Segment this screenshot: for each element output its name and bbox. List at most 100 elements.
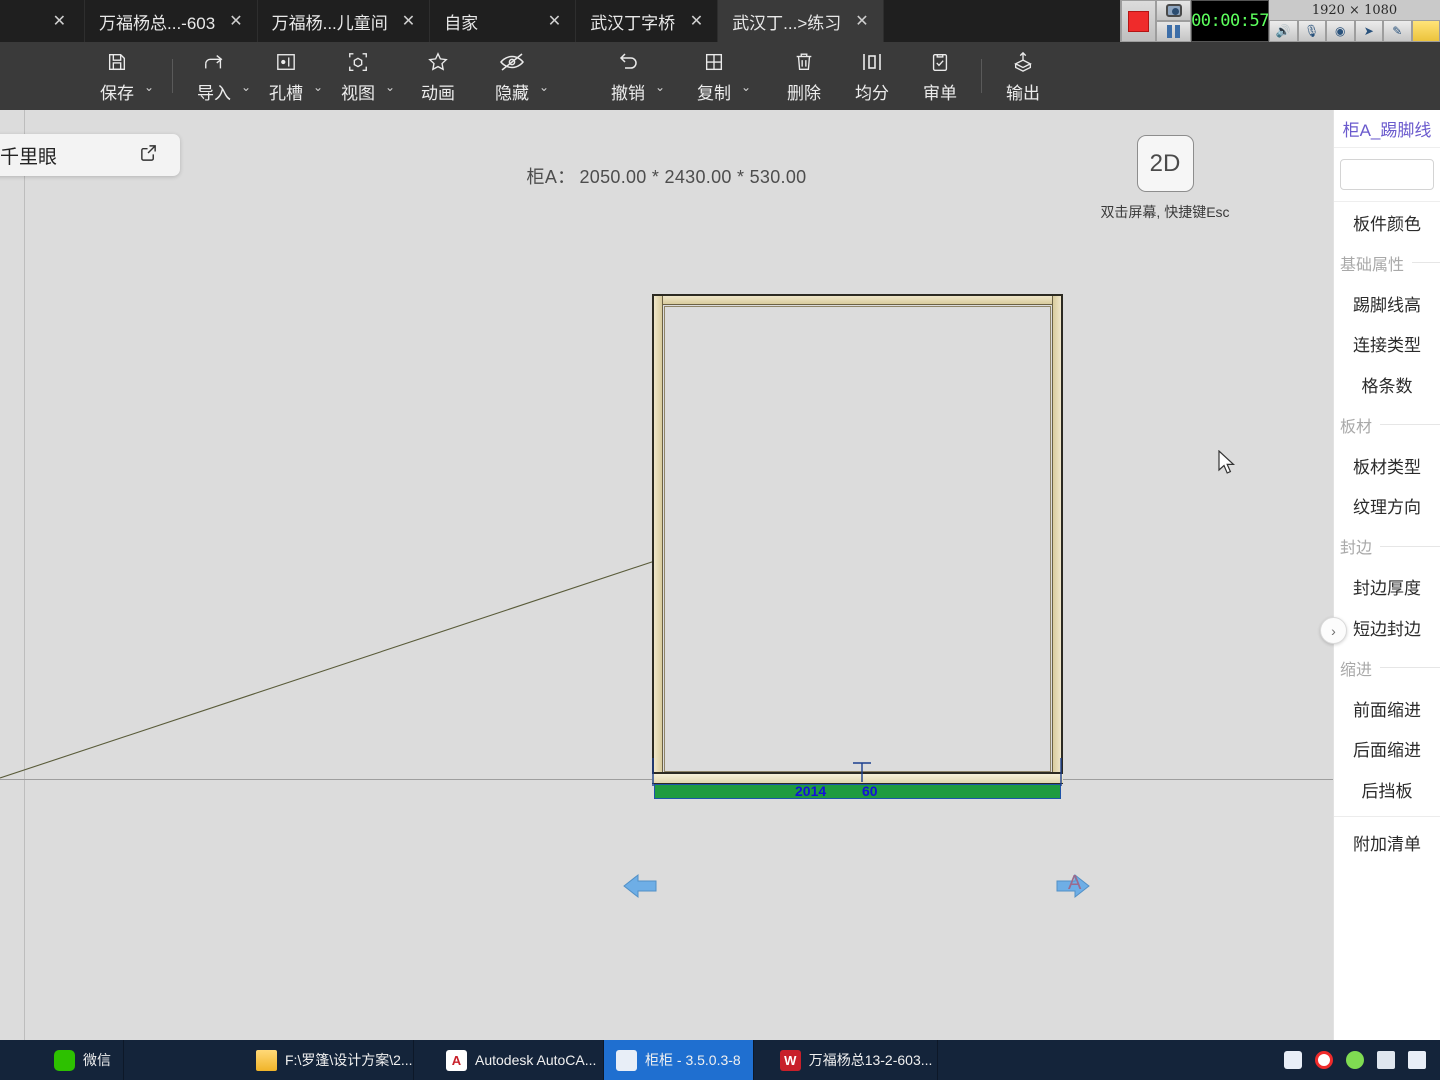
tab-item[interactable]: ✕ (0, 0, 85, 42)
toolbar-view-button[interactable]: 视图 ⌄ (329, 42, 395, 110)
panel-property-row[interactable]: 后面缩进 (1334, 729, 1440, 770)
taskbar-item-label: F:\罗篷\设计方案\2... (285, 1052, 413, 1068)
panel-collapse-button[interactable]: › (1320, 617, 1347, 644)
panel-group-label: 封边 (1340, 540, 1373, 558)
panel-property-row[interactable]: 封边厚度 (1334, 567, 1440, 608)
panel-property-row[interactable]: 纹理方向 (1334, 486, 1440, 527)
microphone-icon[interactable]: 🎙 (1297, 20, 1326, 42)
toolbar-hide-button[interactable]: 隐藏 ⌄ (483, 42, 549, 110)
panel-property-row[interactable]: 后挡板 (1334, 769, 1440, 810)
system-tray (1270, 1040, 1440, 1080)
taskbar-item[interactable]: F:\罗篷\设计方案\2... (244, 1040, 414, 1080)
tab-close-icon[interactable]: ✕ (548, 11, 561, 31)
copy-icon (703, 48, 725, 75)
taskbar-item[interactable]: 微信 (42, 1040, 124, 1080)
tab-item-1[interactable]: 万福杨总...-603 ✕ (85, 0, 258, 42)
pencil-annotate-icon[interactable]: ✎ (1383, 20, 1412, 42)
taskbar-item-label: Autodesk AutoCA... (475, 1052, 597, 1068)
panel-property-row[interactable]: 连接类型 (1334, 324, 1440, 365)
panel-property-row[interactable]: 格条数 (1334, 364, 1440, 405)
cabinet-right-panel (1052, 296, 1061, 772)
tab-close-icon[interactable]: ✕ (229, 11, 242, 31)
panel-group-header: 基础属性 (1334, 243, 1440, 284)
toolbar-animation-label: 动画 (421, 84, 455, 103)
toolbar-divider (172, 59, 173, 93)
volume-icon[interactable] (1346, 1051, 1364, 1069)
chevron-down-icon[interactable]: ⌄ (539, 80, 549, 94)
toolbar-save-button[interactable]: 保存 ⌄ (88, 42, 154, 110)
windows-taskbar: 微信 F:\罗篷\设计方案\2... A Autodesk AutoCA... 柜柜 -… (0, 1040, 1440, 1080)
tab-item-4[interactable]: 武汉丁字桥 ✕ (576, 0, 719, 42)
panel-property-row[interactable]: 踢脚线高 (1334, 283, 1440, 324)
toolbar-undo-button[interactable]: 撤销 ⌄ (599, 42, 665, 110)
panel-search-input[interactable] (1340, 159, 1434, 190)
recorder-tray-icon[interactable] (1315, 1051, 1333, 1069)
camera-icon (1165, 4, 1182, 17)
panel-property-row[interactable]: 板材类型 (1334, 445, 1440, 486)
taskbar-item[interactable]: 柜柜 - 3.5.0.3-8 (604, 1040, 754, 1080)
tab-close-icon[interactable]: ✕ (53, 11, 66, 31)
toolbar-import-button[interactable]: 导入 ⌄ (185, 42, 251, 110)
stop-recording-button[interactable] (1121, 0, 1156, 42)
cursor-pointer-icon[interactable]: ➤ (1354, 20, 1383, 42)
autocad-icon: A (446, 1049, 467, 1071)
chevron-down-icon[interactable]: ⌄ (741, 80, 751, 94)
usb-icon[interactable] (1408, 1051, 1426, 1069)
cabinet-drawing[interactable] (652, 294, 1063, 799)
app-root: ✕ 万福杨总...-603 ✕ 万福杨...儿童间 ✕ 自家 ✕ 武汉丁字桥 ✕… (0, 0, 1440, 1080)
resize-handle-left[interactable] (622, 868, 658, 904)
highlight-icon[interactable] (1411, 20, 1440, 42)
toolbar-copy-label: 复制 (697, 84, 731, 103)
chevron-down-icon[interactable]: ⌄ (241, 80, 251, 94)
taskbar-item[interactable]: W 万福杨总13-2-603... (768, 1040, 938, 1080)
tab-label: 自家 (444, 13, 479, 33)
chevron-down-icon[interactable]: ⌄ (313, 80, 323, 94)
webcam-icon[interactable]: ◉ (1326, 20, 1355, 42)
camera-button[interactable] (1156, 0, 1191, 21)
toolbar-delete-button[interactable]: 删除 (775, 42, 833, 110)
tab-close-icon[interactable]: ✕ (402, 11, 415, 31)
cabinet-bottom-panel (652, 773, 1063, 784)
taskbar-start-area[interactable] (0, 1040, 24, 1080)
toolbar-review-order-button[interactable]: 审单 (911, 42, 969, 110)
chevron-down-icon[interactable]: ⌄ (144, 80, 154, 94)
panel-group-rule (1380, 424, 1440, 426)
tab-item-5-active[interactable]: 武汉丁...>练习 ✕ (718, 0, 884, 42)
guigui-tray-icon[interactable] (1284, 1051, 1302, 1069)
properties-panel: 柜A_踢脚线 板件颜色 基础属性 踢脚线高 连接类型 格条数 板材 板材类型 纹理方向 封边 封边… (1333, 110, 1440, 1040)
chevron-down-icon[interactable]: ⌄ (655, 80, 665, 94)
panel-group-label: 基础属性 (1340, 256, 1405, 274)
design-canvas[interactable]: 千里眼 柜A： 2050.00 * 2430.00 * 530.00 2D 双击屏… (0, 110, 1333, 1040)
panel-property-row[interactable]: 短边封边 (1334, 607, 1440, 648)
selected-baseboard[interactable] (654, 784, 1061, 799)
pause-recording-button[interactable] (1156, 21, 1191, 42)
panel-property-row[interactable]: 板件颜色 (1334, 202, 1440, 243)
chevron-down-icon[interactable]: ⌄ (385, 80, 395, 94)
toolbar-delete-label: 删除 (787, 84, 821, 103)
tab-close-icon[interactable]: ✕ (690, 11, 703, 31)
toolbar-animation-button[interactable]: 动画 (409, 42, 467, 110)
view-cube-2d-button[interactable]: 2D (1136, 135, 1194, 192)
panel-search-row (1334, 148, 1440, 202)
taskbar-item[interactable]: A Autodesk AutoCA... (434, 1040, 604, 1080)
tab-label: 武汉丁字桥 (590, 13, 676, 33)
taskbar-item-label: 万福杨总13-2-603... (808, 1052, 933, 1068)
guigui-icon (616, 1049, 637, 1071)
toolbar-distribute-button[interactable]: 均分 (843, 42, 901, 110)
toolbar-copy-button[interactable]: 复制 ⌄ (685, 42, 751, 110)
tab-item-3[interactable]: 自家 ✕ (430, 0, 577, 42)
speaker-icon[interactable]: 🔊 (1269, 20, 1298, 42)
dimension-width-label[interactable]: 2014 (795, 783, 826, 799)
tab-item-2[interactable]: 万福杨...儿童间 ✕ (258, 0, 431, 42)
toolbar-export-button[interactable]: 输出 (994, 42, 1052, 110)
network-icon[interactable] (1377, 1051, 1395, 1069)
panel-property-row[interactable]: 附加清单 (1334, 823, 1440, 864)
tab-close-icon[interactable]: ✕ (855, 11, 868, 31)
dimension-depth-label[interactable]: 60 (862, 783, 878, 799)
panel-property-row[interactable]: 前面缩进 (1334, 688, 1440, 729)
stop-square-icon (1129, 11, 1148, 31)
cabinet-left-panel (654, 296, 663, 772)
toolbar-hole-slot-button[interactable]: 孔槽 ⌄ (257, 42, 323, 110)
panel-group-rule (1380, 667, 1440, 669)
recorder-right-column: 1920 × 1080 🔊 🎙 ◉ ➤ ✎ (1269, 0, 1440, 42)
